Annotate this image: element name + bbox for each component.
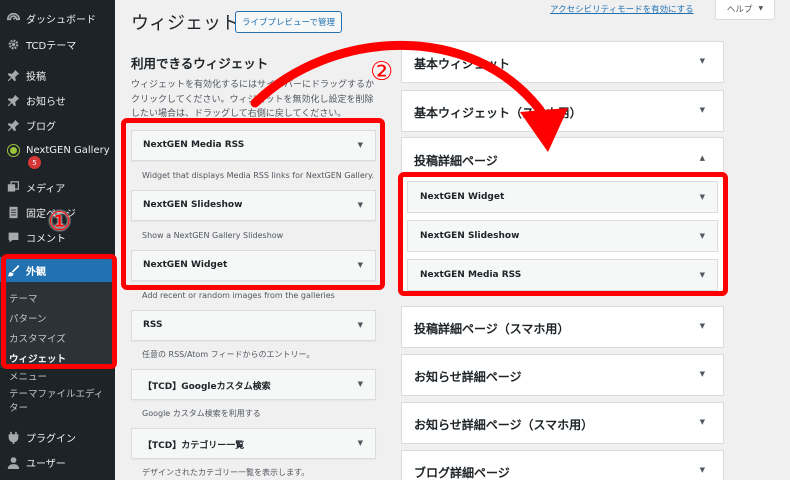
caret-down-icon[interactable]: ▼ <box>358 439 363 447</box>
caret-down-icon[interactable]: ▼ <box>700 418 705 426</box>
widget-area-blog-detail[interactable]: ブログ詳細ページ ▼ <box>401 450 724 480</box>
menu-label: NextGEN Gallery <box>26 144 110 156</box>
caret-down-icon[interactable]: ▼ <box>700 57 705 65</box>
widget-area-title: お知らせ詳細ページ（スマホ用） <box>414 418 594 432</box>
widget-tcd-category-list[interactable]: 【TCD】カテゴリー一覧 ▼ <box>131 428 376 459</box>
dashboard-icon <box>6 11 20 25</box>
comment-icon <box>6 230 20 244</box>
help-label: ヘルプ <box>726 4 753 15</box>
widget-description: 任意の RSS/Atom フィードからのエントリー。 <box>142 350 315 359</box>
pin-icon <box>6 93 20 107</box>
live-preview-button[interactable]: ライブプレビューで管理 <box>235 11 342 33</box>
caret-down-icon[interactable]: ▼ <box>700 106 705 114</box>
highlight-box-nextgen-widgets <box>121 118 385 290</box>
user-icon <box>6 455 20 469</box>
menu-news[interactable]: お知らせ <box>0 87 115 113</box>
widget-area-title: お知らせ詳細ページ <box>414 370 522 384</box>
available-widgets-heading: 利用できるウィジェット <box>131 56 269 71</box>
widget-area-title: 基本ウィジェット（スマホ用） <box>414 106 582 120</box>
menu-users[interactable]: ユーザー <box>0 449 115 475</box>
nextgen-icon <box>6 143 20 157</box>
gear-icon <box>6 37 20 51</box>
caret-down-icon: ▼ <box>758 5 764 12</box>
widget-tcd-google-search[interactable]: 【TCD】Googleカスタム検索 ▼ <box>131 369 376 400</box>
menu-label: ダッシュボード <box>26 14 96 26</box>
highlight-box-appearance <box>1 254 117 369</box>
widget-description: Google カスタム検索を利用する <box>142 409 261 418</box>
highlight-box-placed-widgets <box>398 172 728 296</box>
widget-area-post-detail-mobile[interactable]: 投稿詳細ページ（スマホ用） ▼ <box>401 306 724 348</box>
menu-posts[interactable]: 投稿 <box>0 62 115 88</box>
caret-down-icon[interactable]: ▼ <box>700 322 705 330</box>
menu-nextgen-gallery[interactable]: NextGEN Gallery <box>0 137 115 163</box>
menu-label: プラグイン <box>26 433 76 445</box>
available-widgets-description: ウィジェットを有効化するにはサイドバーにドラッグするかクリックしてください。ウィ… <box>131 80 375 119</box>
step-1-marker: ① <box>48 207 72 237</box>
caret-down-icon[interactable]: ▼ <box>700 370 705 378</box>
widget-description: デザインされたカテゴリー一覧を表示します。 <box>142 468 310 477</box>
widget-area-title: 投稿詳細ページ（スマホ用） <box>414 322 570 336</box>
widget-area-title: 基本ウィジェット <box>414 57 511 71</box>
step-2-marker: ② <box>370 57 394 87</box>
menu-label: お知らせ <box>26 96 66 108</box>
pin-icon <box>6 118 20 132</box>
caret-down-icon[interactable]: ▼ <box>358 380 363 388</box>
plugin-icon <box>6 430 20 444</box>
admin-sidebar: ダッシュボード TCDテーマ 投稿 お知らせ ブログ NextGEN Galle… <box>0 0 115 480</box>
menu-blog[interactable]: ブログ <box>0 112 115 138</box>
widget-title: 【TCD】カテゴリー一覧 <box>143 441 245 451</box>
caret-up-icon[interactable]: ▲ <box>700 154 705 162</box>
media-icon <box>6 180 20 194</box>
menu-media[interactable]: メディア <box>0 174 115 200</box>
caret-down-icon[interactable]: ▼ <box>700 466 705 474</box>
widget-description: Add recent or random images from the gal… <box>142 291 335 300</box>
widget-area-basic[interactable]: 基本ウィジェット ▼ <box>401 41 724 83</box>
widget-area-title: ブログ詳細ページ <box>414 466 510 480</box>
menu-dashboard[interactable]: ダッシュボード <box>0 5 115 31</box>
pin-icon <box>6 68 20 82</box>
menu-tcd-theme[interactable]: TCDテーマ <box>0 31 115 57</box>
widget-area-news-detail-mobile[interactable]: お知らせ詳細ページ（スマホ用） ▼ <box>401 402 724 444</box>
menu-label: TCDテーマ <box>26 40 77 52</box>
menu-plugins[interactable]: プラグイン <box>0 424 115 450</box>
page-icon <box>6 205 20 219</box>
menu-label: メディア <box>26 183 66 195</box>
menu-label: ユーザー <box>26 458 66 470</box>
help-tab-button[interactable]: ヘルプ ▼ <box>715 0 775 20</box>
widget-title: 【TCD】Googleカスタム検索 <box>143 382 271 392</box>
menu-label: 投稿 <box>26 71 46 83</box>
widget-area-news-detail[interactable]: お知らせ詳細ページ ▼ <box>401 354 724 396</box>
widget-area-title: 投稿詳細ページ <box>414 154 498 168</box>
widget-title: RSS <box>143 320 163 330</box>
update-count-badge: 5 <box>28 156 41 169</box>
widget-rss[interactable]: RSS ▼ <box>131 310 376 341</box>
submenu-menus[interactable]: メニュー <box>9 371 47 385</box>
widget-area-basic-mobile[interactable]: 基本ウィジェット（スマホ用） ▼ <box>401 90 724 132</box>
submenu-theme-file-editor[interactable]: テーマファイルエディター <box>9 388 109 416</box>
menu-label: ブログ <box>26 121 56 133</box>
caret-down-icon[interactable]: ▼ <box>358 321 363 329</box>
accessibility-mode-link[interactable]: アクセシビリティモードを有効にする <box>550 3 694 15</box>
page-title: ウィジェット <box>131 13 239 34</box>
